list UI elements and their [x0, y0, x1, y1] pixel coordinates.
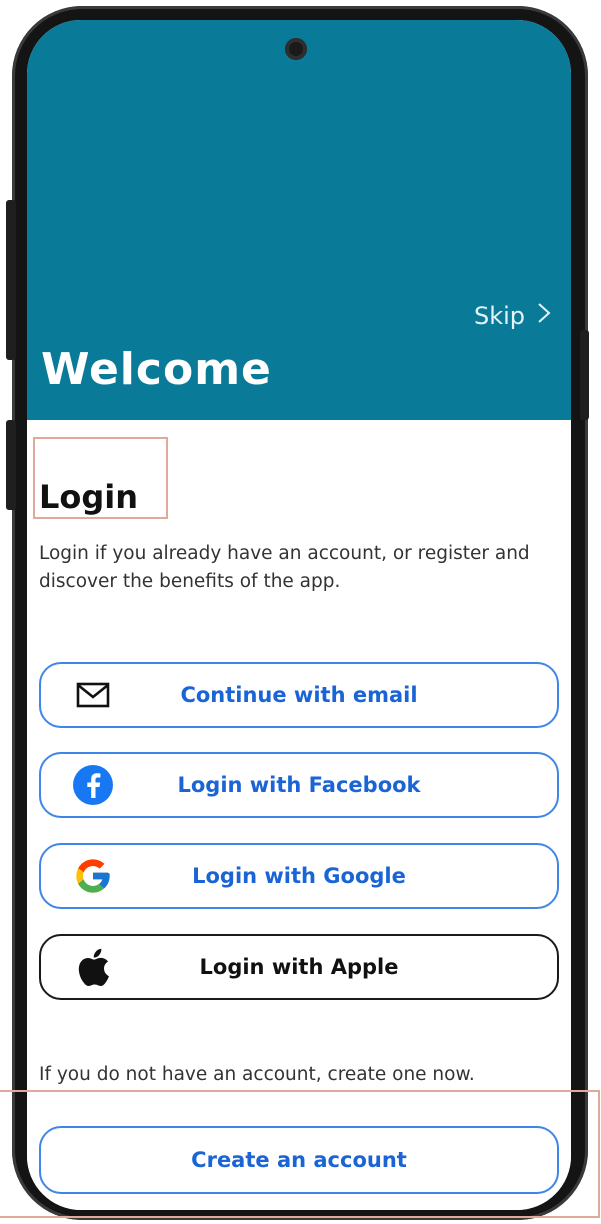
create-account-label: Create an account — [191, 1148, 407, 1172]
apple-button-label: Login with Apple — [199, 955, 399, 979]
google-button-label: Login with Google — [192, 864, 406, 888]
phone-power-button — [580, 330, 589, 420]
front-camera — [285, 38, 307, 60]
login-title: Login — [39, 478, 139, 516]
apple-icon — [71, 945, 115, 989]
mail-icon — [71, 673, 115, 717]
login-with-google-button[interactable]: Login with Google — [39, 843, 559, 909]
signup-prompt: If you do not have an account, create on… — [39, 1064, 475, 1085]
login-with-apple-button[interactable]: Login with Apple — [39, 934, 559, 1000]
skip-label: Skip — [473, 302, 525, 330]
phone-side-button — [6, 200, 16, 360]
create-account-button[interactable]: Create an account — [39, 1126, 559, 1194]
google-icon — [71, 854, 115, 898]
phone-side-button — [6, 420, 16, 510]
email-button-label: Continue with email — [180, 683, 418, 707]
welcome-title: Welcome — [41, 344, 272, 395]
continue-with-email-button[interactable]: Continue with email — [39, 662, 559, 728]
facebook-button-label: Login with Facebook — [177, 773, 421, 797]
app-screen: Skip Welcome Login Login if you already … — [27, 20, 571, 1210]
login-description: Login if you already have an account, or… — [39, 543, 530, 592]
login-panel: Login Login if you already have an accou… — [27, 420, 571, 1210]
facebook-icon — [71, 763, 115, 807]
welcome-header: Skip Welcome — [27, 20, 571, 420]
chevron-right-icon — [537, 302, 551, 330]
skip-button[interactable]: Skip — [474, 302, 551, 330]
login-with-facebook-button[interactable]: Login with Facebook — [39, 752, 559, 818]
